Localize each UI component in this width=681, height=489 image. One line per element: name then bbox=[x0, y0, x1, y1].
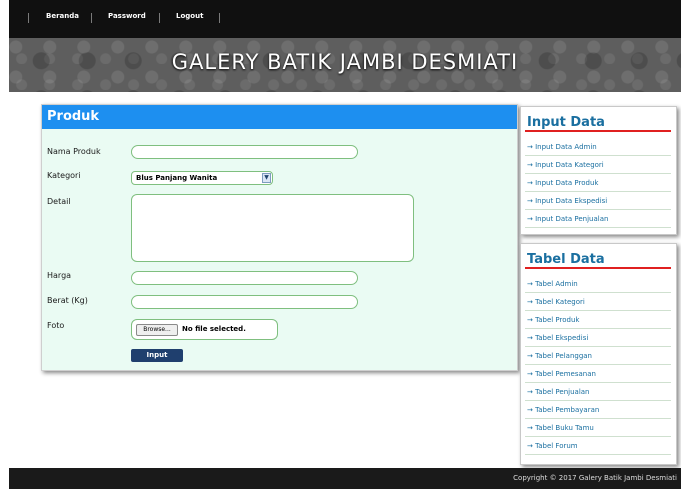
link-label: Input Data Penjualan bbox=[535, 215, 609, 223]
kategori-select[interactable]: Blus Panjang Wanita ▼ bbox=[131, 171, 273, 185]
tabel-data-box: Tabel Data → Tabel Admin → Tabel Kategor… bbox=[520, 243, 677, 465]
title-underline bbox=[525, 130, 671, 132]
berat-input[interactable] bbox=[131, 295, 358, 309]
arrow-right-icon: → bbox=[527, 298, 533, 306]
sidebar-link-input-penjualan[interactable]: → Input Data Penjualan bbox=[527, 215, 608, 223]
sidebar-link-tabel-kategori[interactable]: → Tabel Kategori bbox=[527, 298, 585, 306]
sidebar-link-tabel-pembayaran[interactable]: → Tabel Pembayaran bbox=[527, 406, 599, 414]
sidebar-link-tabel-forum[interactable]: → Tabel Forum bbox=[527, 442, 578, 450]
link-label: Input Data Admin bbox=[535, 143, 597, 151]
link-label: Tabel Produk bbox=[535, 316, 580, 324]
file-status: No file selected. bbox=[182, 325, 246, 333]
sidebar-link-tabel-penjualan[interactable]: → Tabel Penjualan bbox=[527, 388, 590, 396]
kategori-selected-value: Blus Panjang Wanita bbox=[136, 174, 218, 182]
detail-textarea[interactable] bbox=[131, 194, 414, 262]
link-label: Tabel Kategori bbox=[535, 298, 585, 306]
nav-password[interactable]: Password bbox=[108, 12, 146, 20]
link-label: Tabel Penjualan bbox=[535, 388, 590, 396]
link-label: Tabel Forum bbox=[535, 442, 578, 450]
sidebar-link-input-produk[interactable]: → Input Data Produk bbox=[527, 179, 598, 187]
arrow-right-icon: → bbox=[527, 143, 533, 151]
divider bbox=[525, 227, 671, 228]
sidebar-link-tabel-admin[interactable]: → Tabel Admin bbox=[527, 280, 578, 288]
foto-file-input: Browse... No file selected. bbox=[131, 319, 278, 340]
sidebar-link-tabel-buku-tamu[interactable]: → Tabel Buku Tamu bbox=[527, 424, 594, 432]
sidebar-link-tabel-produk[interactable]: → Tabel Produk bbox=[527, 316, 579, 324]
panel-header: Produk bbox=[42, 105, 517, 129]
tabel-data-title: Tabel Data bbox=[527, 252, 605, 267]
link-label: Input Data Ekspedisi bbox=[535, 197, 608, 205]
browse-button[interactable]: Browse... bbox=[136, 324, 178, 336]
arrow-right-icon: → bbox=[527, 280, 533, 288]
sidebar-link-tabel-pemesanan[interactable]: → Tabel Pemesanan bbox=[527, 370, 596, 378]
link-label: Tabel Pelanggan bbox=[535, 352, 592, 360]
footer: Copyright © 2017 Galery Batik Jambi Desm… bbox=[9, 468, 681, 489]
nav-separator bbox=[28, 13, 29, 23]
harga-label: Harga bbox=[47, 271, 72, 280]
harga-input[interactable] bbox=[131, 271, 358, 285]
divider bbox=[525, 400, 671, 401]
sidebar-link-input-kategori[interactable]: → Input Data Kategori bbox=[527, 161, 604, 169]
arrow-right-icon: → bbox=[527, 388, 533, 396]
nav-separator bbox=[219, 13, 220, 23]
kategori-label: Kategori bbox=[47, 171, 81, 180]
link-label: Input Data Produk bbox=[535, 179, 599, 187]
nav-beranda[interactable]: Beranda bbox=[46, 12, 79, 20]
arrow-right-icon: → bbox=[527, 316, 533, 324]
product-form-panel: Produk Nama Produk Kategori Blus Panjang… bbox=[41, 104, 518, 371]
link-label: Tabel Pembayaran bbox=[535, 406, 600, 414]
divider bbox=[525, 382, 671, 383]
arrow-right-icon: → bbox=[527, 406, 533, 414]
link-label: Tabel Ekspedisi bbox=[535, 334, 589, 342]
divider bbox=[525, 418, 671, 419]
nav-separator bbox=[159, 13, 160, 23]
panel-title: Produk bbox=[47, 109, 100, 124]
arrow-right-icon: → bbox=[527, 161, 533, 169]
link-label: Tabel Buku Tamu bbox=[535, 424, 594, 432]
divider bbox=[525, 292, 671, 293]
divider bbox=[525, 346, 671, 347]
chevron-down-icon[interactable]: ▼ bbox=[262, 173, 271, 183]
link-label: Tabel Admin bbox=[535, 280, 578, 288]
title-underline bbox=[525, 267, 671, 269]
input-button[interactable]: Input bbox=[131, 349, 183, 362]
nav-separator bbox=[91, 13, 92, 23]
sidebar-link-input-ekspedisi[interactable]: → Input Data Ekspedisi bbox=[527, 197, 607, 205]
copyright-text: Copyright © 2017 Galery Batik Jambi Desm… bbox=[513, 474, 677, 482]
sidebar-link-tabel-ekspedisi[interactable]: → Tabel Ekspedisi bbox=[527, 334, 588, 342]
sidebar-link-tabel-pelanggan[interactable]: → Tabel Pelanggan bbox=[527, 352, 592, 360]
divider bbox=[525, 328, 671, 329]
site-title: GALERY BATIK JAMBI DESMIATI bbox=[171, 50, 519, 74]
berat-label: Berat (Kg) bbox=[47, 296, 88, 305]
divider bbox=[525, 436, 671, 437]
foto-label: Foto bbox=[47, 321, 65, 330]
divider bbox=[525, 310, 671, 311]
top-navigation: Beranda Password Logout bbox=[9, 0, 681, 38]
link-label: Tabel Pemesanan bbox=[535, 370, 596, 378]
page: Beranda Password Logout GALERY BATIK JAM… bbox=[9, 0, 681, 489]
nama-produk-input[interactable] bbox=[131, 145, 358, 159]
nav-logout[interactable]: Logout bbox=[176, 12, 203, 20]
nama-produk-label: Nama Produk bbox=[47, 147, 101, 156]
arrow-right-icon: → bbox=[527, 424, 533, 432]
divider bbox=[525, 364, 671, 365]
arrow-right-icon: → bbox=[527, 197, 533, 205]
input-data-title: Input Data bbox=[527, 115, 605, 130]
divider bbox=[525, 155, 671, 156]
divider bbox=[525, 173, 671, 174]
arrow-right-icon: → bbox=[527, 442, 533, 450]
arrow-right-icon: → bbox=[527, 334, 533, 342]
divider bbox=[525, 191, 671, 192]
link-label: Input Data Kategori bbox=[535, 161, 604, 169]
arrow-right-icon: → bbox=[527, 352, 533, 360]
arrow-right-icon: → bbox=[527, 179, 533, 187]
arrow-right-icon: → bbox=[527, 370, 533, 378]
input-data-box: Input Data → Input Data Admin → Input Da… bbox=[520, 106, 677, 235]
sidebar-link-input-admin[interactable]: → Input Data Admin bbox=[527, 143, 597, 151]
arrow-right-icon: → bbox=[527, 215, 533, 223]
divider bbox=[525, 454, 671, 455]
detail-label: Detail bbox=[47, 197, 71, 206]
divider bbox=[525, 209, 671, 210]
